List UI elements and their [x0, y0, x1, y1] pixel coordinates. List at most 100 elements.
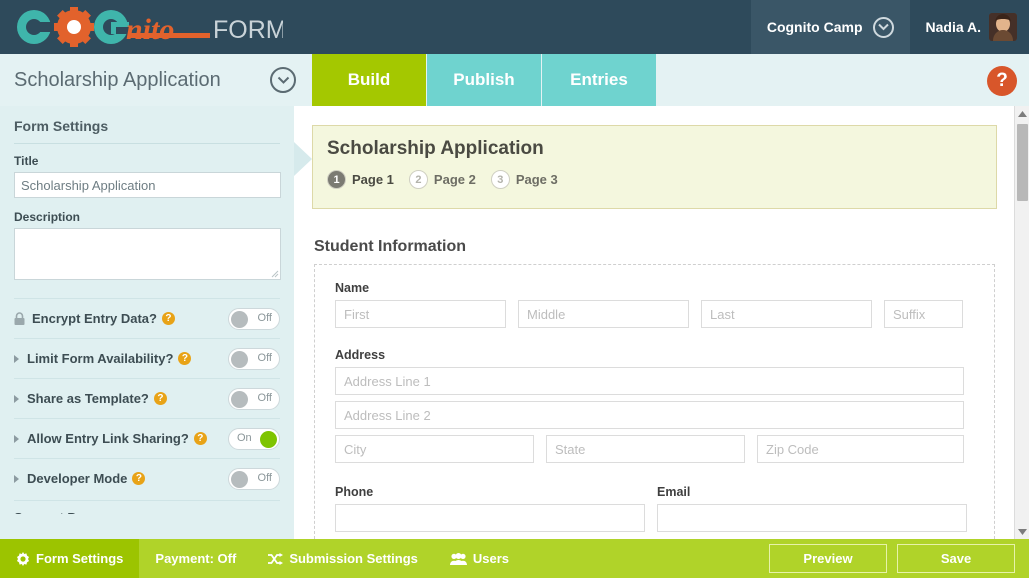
toggle-switch[interactable]: Off — [228, 307, 280, 330]
toggle-state: Off — [257, 471, 272, 484]
save-button[interactable]: Save — [897, 544, 1015, 573]
setting-share-as-template[interactable]: Share as Template? ? Off — [14, 378, 280, 418]
address-label: Address — [335, 348, 386, 362]
address-line1-input[interactable]: Address Line 1 — [335, 367, 964, 395]
help-button[interactable]: ? — [987, 66, 1017, 96]
setting-label: Limit Form Availability? — [27, 351, 174, 366]
toolbar-form-settings[interactable]: Form Settings — [0, 539, 140, 578]
scrollbar-thumb[interactable] — [1017, 124, 1028, 201]
form-name-area[interactable]: Scholarship Application — [0, 54, 310, 106]
help-icon[interactable]: ? — [153, 392, 167, 405]
toolbar-payment[interactable]: Payment: Off — [139, 539, 252, 578]
step-number: 3 — [490, 170, 510, 189]
form-subheader: Scholarship Application Build Publish En… — [0, 54, 1029, 106]
step-label: Page 2 — [433, 172, 476, 187]
toolbar-submission-settings[interactable]: Submission Settings — [252, 539, 434, 578]
student-information-section[interactable]: Name First Middle Last Suffix Address Ad… — [314, 264, 995, 539]
form-title-input[interactable] — [14, 172, 281, 198]
setting-support-page-partial[interactable]: Support Page — [14, 500, 280, 514]
form-header-block[interactable]: Scholarship Application 1 Page 1 2 Page … — [312, 125, 997, 209]
toolbar-label: Form Settings — [36, 551, 124, 566]
scroll-up-arrow-icon[interactable] — [1015, 106, 1029, 121]
toggle-state: On — [237, 431, 252, 444]
main-tabs: Build Publish Entries — [312, 54, 657, 106]
top-header: nito FORMS Cognito Camp Nadia A. — [0, 0, 1029, 54]
gear-icon — [17, 551, 29, 566]
email-input[interactable] — [657, 504, 967, 532]
cognito-forms-logo[interactable]: nito FORMS — [8, 5, 283, 49]
panel-title: Form Settings — [14, 118, 280, 144]
header-right: Cognito Camp Nadia A. — [750, 0, 1029, 54]
toggle-knob — [231, 390, 248, 408]
help-icon[interactable]: ? — [178, 352, 192, 365]
setting-encrypt-entry-data[interactable]: Encrypt Entry Data? ? Off — [14, 298, 280, 338]
vertical-scrollbar[interactable] — [1014, 106, 1029, 539]
user-menu[interactable]: Nadia A. — [910, 0, 1029, 54]
org-switcher[interactable]: Cognito Camp — [750, 0, 910, 54]
address-city-input[interactable]: City — [335, 435, 534, 463]
toggle-switch[interactable]: Off — [228, 467, 280, 490]
name-middle-input[interactable]: Middle — [518, 300, 689, 328]
toolbar-label: Users — [472, 551, 510, 566]
setting-label: Encrypt Entry Data? — [32, 311, 157, 326]
shuffle-icon — [268, 552, 284, 565]
setting-label: Allow Entry Link Sharing? — [27, 431, 189, 446]
address-state-input[interactable]: State — [546, 435, 745, 463]
toolbar-label: Payment: Off — [155, 551, 237, 566]
phone-label: Phone — [335, 485, 374, 499]
tab-build[interactable]: Build — [312, 54, 427, 106]
setting-allow-entry-link-sharing[interactable]: Allow Entry Link Sharing? ? On — [14, 418, 280, 458]
bottom-toolbar: Form Settings Payment: Off Submission Se… — [0, 539, 1029, 578]
scroll-down-arrow-icon[interactable] — [1015, 524, 1029, 539]
form-builder-canvas: Scholarship Application 1 Page 1 2 Page … — [294, 106, 1015, 539]
name-suffix-input[interactable]: Suffix — [884, 300, 963, 328]
step-label: Page 3 — [515, 172, 558, 187]
help-icon[interactable]: ? — [132, 472, 146, 485]
form-description-input[interactable] — [14, 228, 281, 280]
tab-publish[interactable]: Publish — [427, 54, 542, 106]
form-title: Scholarship Application — [327, 138, 544, 159]
svg-text:FORMS: FORMS — [213, 16, 283, 44]
chevron-down-icon[interactable] — [872, 16, 894, 38]
toggle-knob — [260, 430, 277, 448]
name-last-input[interactable]: Last — [701, 300, 872, 328]
help-icon[interactable]: ? — [161, 312, 175, 325]
setting-label: Share as Template? — [27, 391, 149, 406]
toggle-switch[interactable]: On — [228, 427, 280, 450]
form-name-label: Scholarship Application — [14, 68, 221, 91]
toggle-switch[interactable]: Off — [228, 387, 280, 410]
org-name: Cognito Camp — [766, 19, 863, 35]
avatar[interactable] — [989, 13, 1017, 41]
help-icon[interactable]: ? — [193, 432, 207, 445]
email-label: Email — [657, 485, 691, 499]
setting-developer-mode[interactable]: Developer Mode ? Off — [14, 458, 280, 498]
form-settings-sidebar: Form Settings Title Description Encrypt … — [0, 106, 294, 539]
triangle-right-icon[interactable] — [14, 434, 19, 443]
step-number: 2 — [408, 170, 428, 189]
name-first-input[interactable]: First — [335, 300, 506, 328]
lock-icon — [14, 312, 25, 325]
address-zip-input[interactable]: Zip Code — [757, 435, 964, 463]
toggle-switch[interactable]: Off — [228, 347, 280, 370]
tab-entries[interactable]: Entries — [542, 54, 657, 106]
users-icon — [449, 552, 467, 565]
address-line2-input[interactable]: Address Line 2 — [335, 401, 964, 429]
page-step-2[interactable]: 2 Page 2 — [408, 170, 476, 189]
setting-limit-form-availability[interactable]: Limit Form Availability? ? Off — [14, 338, 280, 378]
section-title: Student Information — [314, 238, 466, 255]
toolbar-label: Submission Settings — [289, 551, 418, 566]
resize-grip-icon[interactable] — [270, 269, 279, 278]
preview-button[interactable]: Preview — [769, 544, 887, 573]
chevron-down-icon[interactable] — [270, 67, 296, 93]
triangle-right-icon[interactable] — [14, 394, 19, 403]
step-number: 1 — [327, 170, 346, 189]
toggle-state: Off — [257, 351, 272, 364]
page-step-1[interactable]: 1 Page 1 — [327, 170, 394, 189]
user-name: Nadia A. — [925, 19, 982, 35]
triangle-right-icon[interactable] — [14, 354, 19, 363]
phone-input[interactable] — [335, 504, 645, 532]
toolbar-users[interactable]: Users — [434, 539, 525, 578]
page-step-3[interactable]: 3 Page 3 — [490, 170, 558, 189]
triangle-right-icon[interactable] — [14, 474, 19, 483]
svg-text:nito: nito — [126, 13, 174, 46]
